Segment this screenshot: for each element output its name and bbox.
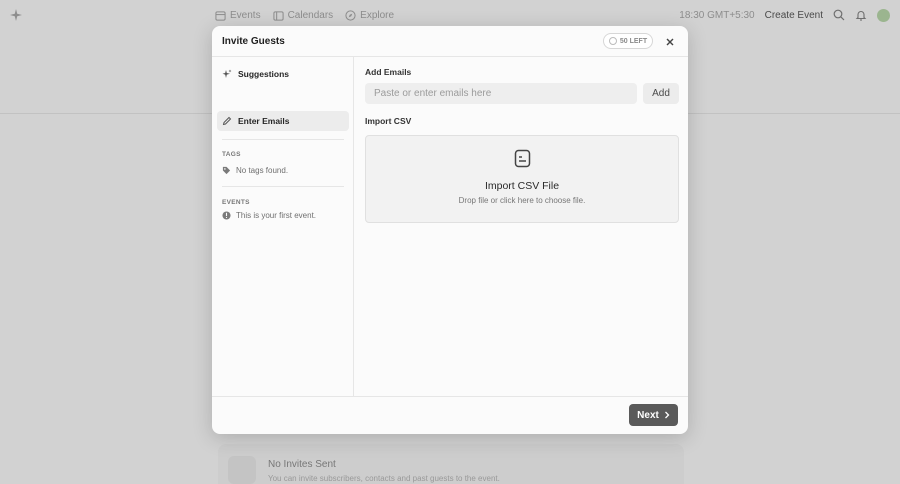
modal-main: Add Emails Add Import CSV Import CSV Fil… xyxy=(355,57,688,396)
pencil-icon xyxy=(222,116,232,126)
import-csv-label: Import CSV xyxy=(365,116,412,126)
add-emails-label: Add Emails xyxy=(365,67,412,77)
csv-drop-zone[interactable]: Import CSV File Drop file or click here … xyxy=(365,135,679,223)
calendars-icon xyxy=(272,10,284,21)
sidebar-item-suggestions[interactable]: Suggestions xyxy=(217,64,349,84)
nav-events[interactable]: Events xyxy=(215,10,261,21)
invite-guests-modal: Invite Guests 50 LEFT Suggestions Enter … xyxy=(212,26,688,434)
sidebar-item-label: Enter Emails xyxy=(238,116,290,126)
drop-zone-subtitle: Drop file or click here to choose file. xyxy=(458,196,586,205)
info-icon xyxy=(222,211,231,220)
close-button[interactable] xyxy=(663,35,676,48)
avatar[interactable] xyxy=(877,8,890,22)
modal-title: Invite Guests xyxy=(222,36,285,47)
tags-note: No tags found. xyxy=(222,166,288,175)
nav-calendars-label: Calendars xyxy=(287,9,334,21)
next-button-label: Next xyxy=(637,409,659,421)
invites-left-label: 50 LEFT xyxy=(619,37,648,45)
calendar-icon xyxy=(215,10,226,21)
sidebar-item-enter-emails[interactable]: Enter Emails xyxy=(217,111,349,131)
close-icon xyxy=(666,38,673,45)
sidebar-divider xyxy=(222,186,344,187)
nav-events-label: Events xyxy=(230,9,261,21)
events-header: EVENTS xyxy=(222,199,250,206)
sidebar-divider xyxy=(222,139,344,140)
modal-header: Invite Guests 50 LEFT xyxy=(212,26,688,57)
sparkle-icon xyxy=(222,69,232,78)
create-event-link[interactable]: Create Event xyxy=(765,10,823,21)
modal-footer: Next xyxy=(212,396,688,434)
empty-invites-subtitle: You can invite subscribers, contacts and… xyxy=(268,474,500,483)
current-time: 18:30 GMT+5:30 xyxy=(679,9,755,21)
email-input[interactable] xyxy=(365,83,637,104)
empty-invites-title: No Invites Sent xyxy=(268,459,336,470)
next-button[interactable]: Next xyxy=(629,404,678,426)
nav-explore[interactable]: Explore xyxy=(345,10,394,21)
tags-header: TAGS xyxy=(222,151,241,158)
add-button[interactable]: Add xyxy=(643,83,679,104)
modal-sidebar: Suggestions Enter Emails TAGS No tags fo… xyxy=(212,57,354,396)
envelope-icon xyxy=(228,456,256,484)
chevron-right-icon xyxy=(664,411,670,419)
tags-note-text: No tags found. xyxy=(236,166,289,175)
tag-icon xyxy=(222,166,231,175)
compass-icon xyxy=(345,9,356,21)
sparkle-logo-icon xyxy=(10,9,22,21)
search-icon[interactable] xyxy=(833,9,845,21)
progress-ring-icon xyxy=(608,37,617,45)
nav-explore-label: Explore xyxy=(360,9,395,21)
events-note: This is your first event. xyxy=(222,211,316,220)
bell-icon[interactable] xyxy=(855,9,867,21)
invites-left-badge: 50 LEFT xyxy=(603,33,653,49)
top-bar-right: 18:30 GMT+5:30 Create Event xyxy=(679,0,890,30)
events-note-text: This is your first event. xyxy=(236,211,317,220)
file-import-icon xyxy=(514,149,531,168)
sidebar-item-label: Suggestions xyxy=(238,69,290,79)
nav-calendars[interactable]: Calendars xyxy=(272,9,334,21)
drop-zone-title: Import CSV File xyxy=(484,180,560,192)
